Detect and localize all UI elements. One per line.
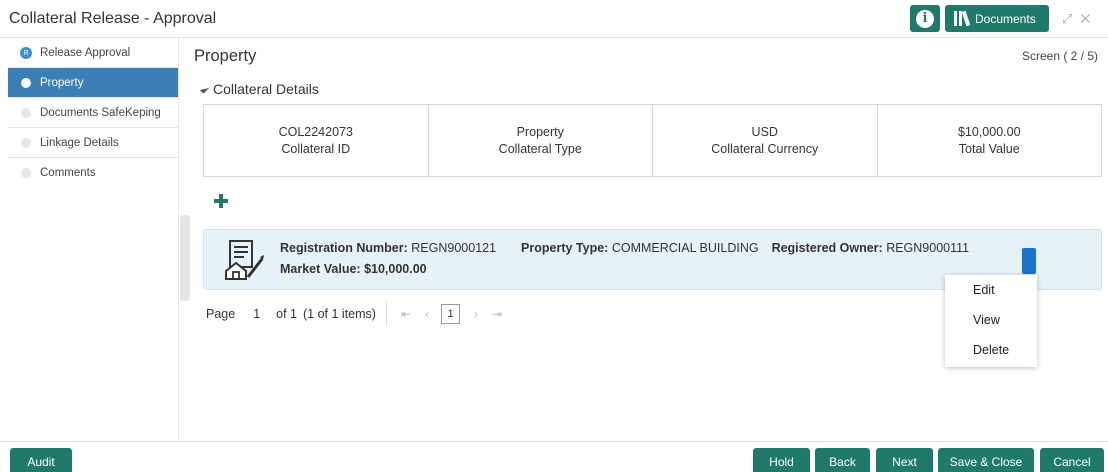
sidebar: R Release Approval Property Documents Sa… <box>8 38 179 439</box>
info-icon: i <box>916 9 934 28</box>
sidebar-item-release-approval[interactable]: R Release Approval <box>8 38 178 68</box>
summary-value: COL2242073 <box>278 124 353 139</box>
summary-label: Collateral Currency <box>711 141 819 156</box>
expand-icon[interactable]: ⤢ <box>1062 11 1080 26</box>
screen-counter: Screen ( 2 / 5) <box>1021 49 1098 63</box>
info-button[interactable]: i <box>910 5 940 32</box>
next-button[interactable]: Next <box>876 448 933 472</box>
registered-owner-label: Registered Owner: <box>771 241 883 255</box>
documents-label: Documents <box>975 11 1036 26</box>
next-page-icon[interactable]: › <box>474 307 478 321</box>
app-window: Collateral Release - Approval i Document… <box>0 0 1108 472</box>
sidebar-item-linkage-details[interactable]: Linkage Details <box>8 128 178 158</box>
save-close-button[interactable]: Save & Close <box>938 448 1034 472</box>
step-dot-icon <box>21 168 31 178</box>
summary-label: Collateral Type <box>498 141 582 156</box>
back-button[interactable]: Back <box>815 448 870 472</box>
sidebar-item-label: Property <box>40 76 84 89</box>
property-document-icon <box>225 240 264 280</box>
registered-owner-value: REGN9000111 <box>886 241 970 255</box>
step-dot-icon <box>21 108 31 118</box>
sidebar-item-comments[interactable]: Comments <box>8 158 178 188</box>
page-items-count: (1 of 1 items) <box>303 307 376 321</box>
previous-page-icon[interactable]: ‹ <box>425 307 429 321</box>
summary-value: $10,000.00 <box>957 124 1021 139</box>
close-icon[interactable]: ✕ <box>1080 11 1098 26</box>
audit-button[interactable]: Audit <box>10 448 72 472</box>
sidebar-item-label: Linkage Details <box>40 136 119 149</box>
section-title: Collateral Details <box>213 81 319 97</box>
market-value-label: Market Value: <box>280 262 361 276</box>
card-line-1: Registration Number: REGN9000121 Propert… <box>280 241 969 255</box>
summary-collateral-id: COL2242073 Collateral ID <box>204 105 429 176</box>
card-actions-menu: Edit View Delete <box>945 275 1037 367</box>
page-number-input[interactable]: 1 <box>253 307 260 321</box>
summary-label: Total Value <box>958 141 1020 156</box>
menu-item-edit[interactable]: Edit <box>945 275 1037 305</box>
collapse-triangle-icon <box>199 84 210 94</box>
documents-button[interactable]: Documents <box>945 5 1049 32</box>
market-value: $10,000.00 <box>364 262 427 276</box>
page-label: Page <box>206 307 236 321</box>
step-dot-icon <box>21 78 31 88</box>
sidebar-item-property[interactable]: Property <box>8 68 178 98</box>
summary-collateral-currency: USD Collateral Currency <box>653 105 878 176</box>
step-dot-icon <box>21 138 31 148</box>
summary-collateral-type: Property Collateral Type <box>429 105 653 176</box>
property-type-label: Property Type: <box>521 241 609 255</box>
collateral-summary: COL2242073 Collateral ID Property Collat… <box>203 104 1102 177</box>
card-line-2: Market Value: $10,000.00 <box>280 262 427 276</box>
pagination: Page 1 of 1 (1 of 1 items) ⇤ ‹ 1 › ⇥ <box>206 302 502 326</box>
current-page-button[interactable]: 1 <box>441 304 461 324</box>
step-icon: R <box>20 47 32 59</box>
registration-number-label: Registration Number: <box>280 241 408 255</box>
menu-item-delete[interactable]: Delete <box>945 335 1037 365</box>
page-of-total: of 1 <box>276 307 298 321</box>
sidebar-item-documents-safekeeping[interactable]: Documents SafeKeping <box>8 98 178 128</box>
sidebar-item-label: Comments <box>40 167 96 179</box>
section-collateral-details[interactable]: Collateral Details <box>199 81 319 97</box>
library-icon <box>954 10 971 27</box>
title-bar: Collateral Release - Approval i Document… <box>0 0 1108 38</box>
property-type-value: COMMERCIAL BUILDING <box>611 241 759 255</box>
page-title: Property <box>194 47 257 65</box>
cancel-button[interactable]: Cancel <box>1040 448 1104 472</box>
first-page-icon[interactable]: ⇤ <box>401 307 411 321</box>
registration-number-value: REGN9000121 <box>411 241 497 255</box>
sidebar-resize-handle[interactable] <box>180 215 190 301</box>
sidebar-item-label: Documents SafeKeping <box>40 106 161 119</box>
last-page-icon[interactable]: ⇥ <box>492 307 502 321</box>
sidebar-item-label: Release Approval <box>40 46 131 59</box>
footer-bar: Audit Hold Back Next Save & Close Cancel <box>0 441 1108 472</box>
summary-value: Property <box>516 124 564 139</box>
menu-item-view[interactable]: View <box>945 305 1037 335</box>
summary-label: Collateral ID <box>281 141 351 156</box>
summary-total-value: $10,000.00 Total Value <box>878 105 1102 176</box>
card-actions-menu-button[interactable] <box>1022 248 1036 274</box>
summary-value: USD <box>751 124 778 139</box>
hold-button[interactable]: Hold <box>753 448 810 472</box>
window-title: Collateral Release - Approval <box>9 10 217 27</box>
add-plus-icon[interactable] <box>214 194 228 208</box>
